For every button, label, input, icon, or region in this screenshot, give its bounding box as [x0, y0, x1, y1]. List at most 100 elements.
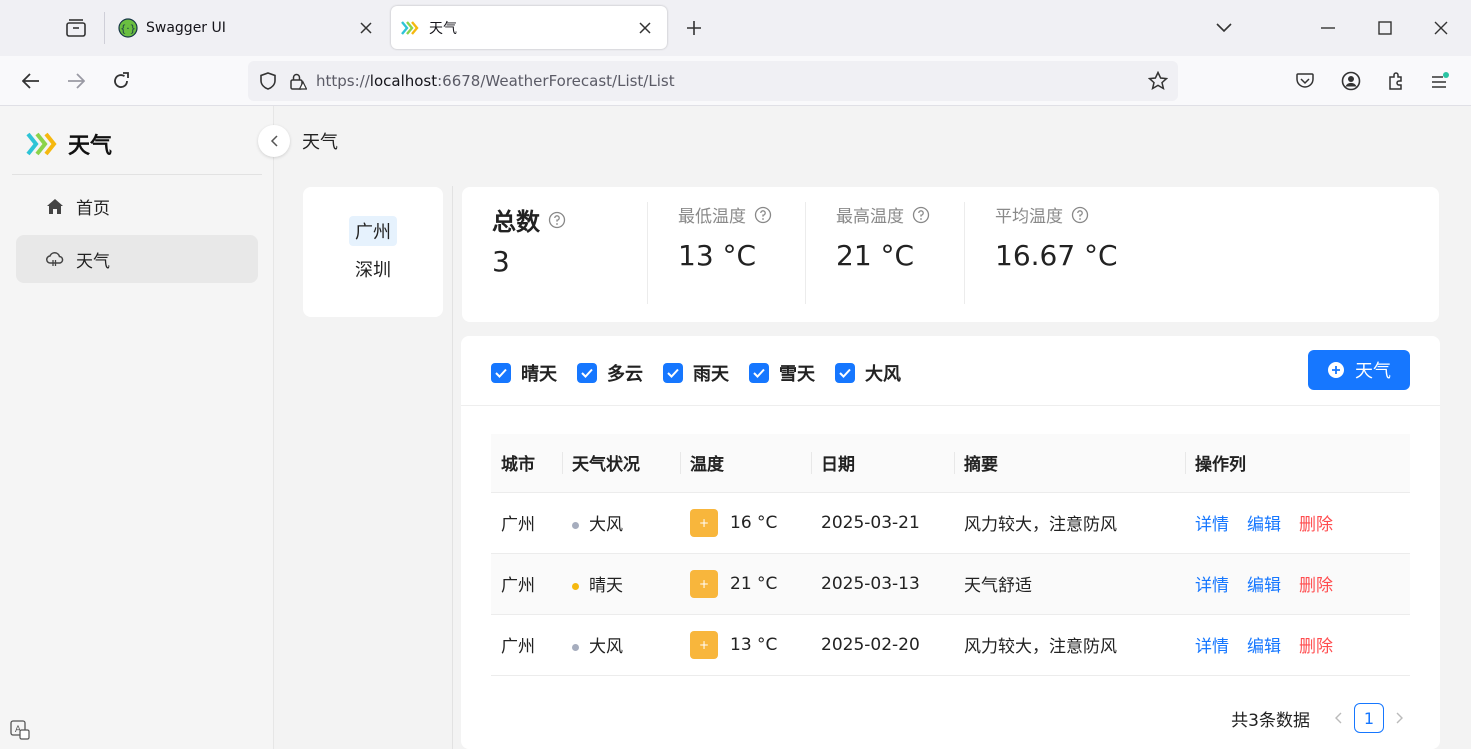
tab-weather[interactable]: 天气 [391, 6, 667, 49]
stat-value: 21 °C [836, 239, 915, 272]
detail-link[interactable]: 详情 [1195, 637, 1229, 657]
tab-list-icon [66, 19, 86, 37]
close-tab-icon[interactable] [633, 16, 657, 40]
stat-max-temp: 最高温度 21 °C [836, 202, 930, 304]
cell-summary: 风力较大，注意防风 [954, 614, 1185, 676]
content-divider [452, 186, 453, 749]
tab-overflow-button[interactable] [1206, 10, 1242, 46]
detail-link[interactable]: 详情 [1195, 515, 1229, 535]
edit-link[interactable]: 编辑 [1247, 576, 1281, 596]
cell-actions: 详情 编辑 删除 [1185, 614, 1410, 676]
app-logo[interactable]: 天气 [26, 128, 112, 160]
city-item-shenzhen[interactable]: 深圳 [349, 254, 397, 284]
cell-date: 2025-03-13 [811, 553, 954, 615]
next-page-button[interactable] [1390, 708, 1410, 728]
stat-label: 平均温度 [995, 207, 1063, 227]
sidebar-item-weather[interactable]: 天气 [16, 235, 258, 283]
filter-checkbox-windy[interactable]: 大风 [835, 360, 901, 386]
weather-table-card: 晴天 多云 雨天 雪天 大风 天气 城市 天气状况 温度 日期 摘要 操作列 广… [461, 336, 1440, 749]
delete-link[interactable]: 删除 [1299, 515, 1333, 535]
column-header-date: 日期 [811, 434, 954, 493]
cell-date: 2025-02-20 [811, 614, 954, 676]
filter-checkbox-snowy[interactable]: 雪天 [749, 360, 815, 386]
filter-checkbox-sunny[interactable]: 晴天 [491, 360, 557, 386]
browser-tab-bar: {·} Swagger UI 天气 [0, 0, 1471, 56]
column-header-temperature: 温度 [680, 434, 811, 493]
city-item-guangzhou[interactable]: 广州 [349, 216, 397, 246]
pagination-total: 共3条数据 [1231, 710, 1310, 731]
shield-icon[interactable] [250, 63, 286, 99]
close-window-button[interactable] [1423, 10, 1459, 46]
cell-date: 2025-03-21 [811, 492, 954, 554]
column-header-city: 城市 [491, 434, 562, 493]
cell-weather: 大风 [562, 492, 680, 554]
delete-link[interactable]: 删除 [1299, 637, 1333, 657]
tab-swagger[interactable]: {·} Swagger UI [108, 6, 388, 49]
sidebar-item-home[interactable]: 首页 [16, 182, 258, 230]
account-icon [1341, 71, 1361, 91]
cell-weather: 晴天 [562, 553, 680, 615]
checkbox-checked-icon [491, 363, 511, 383]
prev-page-button[interactable] [1328, 708, 1348, 728]
delete-link[interactable]: 删除 [1299, 576, 1333, 596]
stat-label: 最低温度 [678, 207, 746, 227]
back-button[interactable] [13, 63, 49, 99]
table-row: 广州 大风 +16 °C 2025-03-21 风力较大，注意防风 详情 编辑 删除 [491, 492, 1410, 554]
edit-link[interactable]: 编辑 [1247, 637, 1281, 657]
help-circle-icon[interactable] [548, 211, 566, 229]
extensions-button[interactable] [1378, 63, 1414, 99]
column-header-actions: 操作列 [1185, 434, 1410, 493]
stats-panel: 总数 3 最低温度 13 °C 最高温度 21 °C 平均温度 16.67 °C [462, 187, 1439, 322]
maximize-button[interactable] [1367, 10, 1403, 46]
cell-city: 广州 [491, 492, 562, 554]
stat-divider [964, 202, 965, 304]
maximize-icon [1378, 21, 1392, 35]
minimize-button[interactable] [1310, 10, 1346, 46]
reload-button[interactable] [103, 63, 139, 99]
tab-list-button[interactable] [50, 8, 102, 48]
chevron-left-icon [270, 135, 278, 147]
page-button-current[interactable]: 1 [1354, 703, 1384, 733]
help-circle-icon[interactable] [1071, 206, 1089, 224]
arrow-right-icon [68, 73, 85, 89]
account-button[interactable] [1333, 63, 1369, 99]
breadcrumb: 天气 [302, 132, 338, 153]
table-row: 广州 晴天 +21 °C 2025-03-13 天气舒适 详情 编辑 删除 [491, 553, 1410, 615]
add-weather-button[interactable]: 天气 [1308, 350, 1410, 390]
help-circle-icon[interactable] [912, 206, 930, 224]
pocket-icon [1296, 73, 1314, 88]
tab-separator [104, 12, 105, 44]
tab-title: 天气 [429, 20, 457, 37]
collapse-sidebar-button[interactable] [258, 125, 290, 157]
add-button-label: 天气 [1355, 361, 1391, 382]
filter-checkbox-rainy[interactable]: 雨天 [663, 360, 729, 386]
detail-link[interactable]: 详情 [1195, 576, 1229, 596]
close-icon [1434, 21, 1448, 35]
chevron-down-icon [1216, 23, 1232, 33]
pocket-button[interactable] [1287, 63, 1323, 99]
filter-label: 晴天 [521, 364, 557, 385]
stat-min-temp: 最低温度 13 °C [678, 202, 772, 304]
lock-warning-icon[interactable] [286, 63, 310, 99]
language-icon[interactable]: A [10, 720, 30, 740]
plus-circle-icon [1328, 362, 1344, 378]
new-tab-button[interactable] [680, 14, 708, 42]
arrow-left-icon [22, 73, 39, 89]
filter-checkbox-cloudy[interactable]: 多云 [577, 360, 643, 386]
app-menu-button[interactable] [1422, 63, 1458, 99]
svg-text:{·}: {·} [120, 24, 136, 35]
close-tab-icon[interactable] [354, 16, 378, 40]
cell-city: 广州 [491, 553, 562, 615]
bookmark-star-icon[interactable] [1140, 63, 1176, 99]
cell-summary: 天气舒适 [954, 553, 1185, 615]
temperature-badge-icon: + [690, 508, 718, 537]
edit-link[interactable]: 编辑 [1247, 515, 1281, 535]
status-dot [572, 582, 579, 590]
logo-icon [26, 132, 57, 156]
help-circle-icon[interactable] [754, 206, 772, 224]
stat-avg-temp: 平均温度 16.67 °C [995, 202, 1118, 304]
swagger-favicon-icon: {·} [118, 17, 138, 38]
address-bar[interactable]: https://localhost:6678/WeatherForecast/L… [248, 61, 1178, 101]
forward-button[interactable] [58, 63, 94, 99]
url-host: localhost [369, 72, 438, 90]
